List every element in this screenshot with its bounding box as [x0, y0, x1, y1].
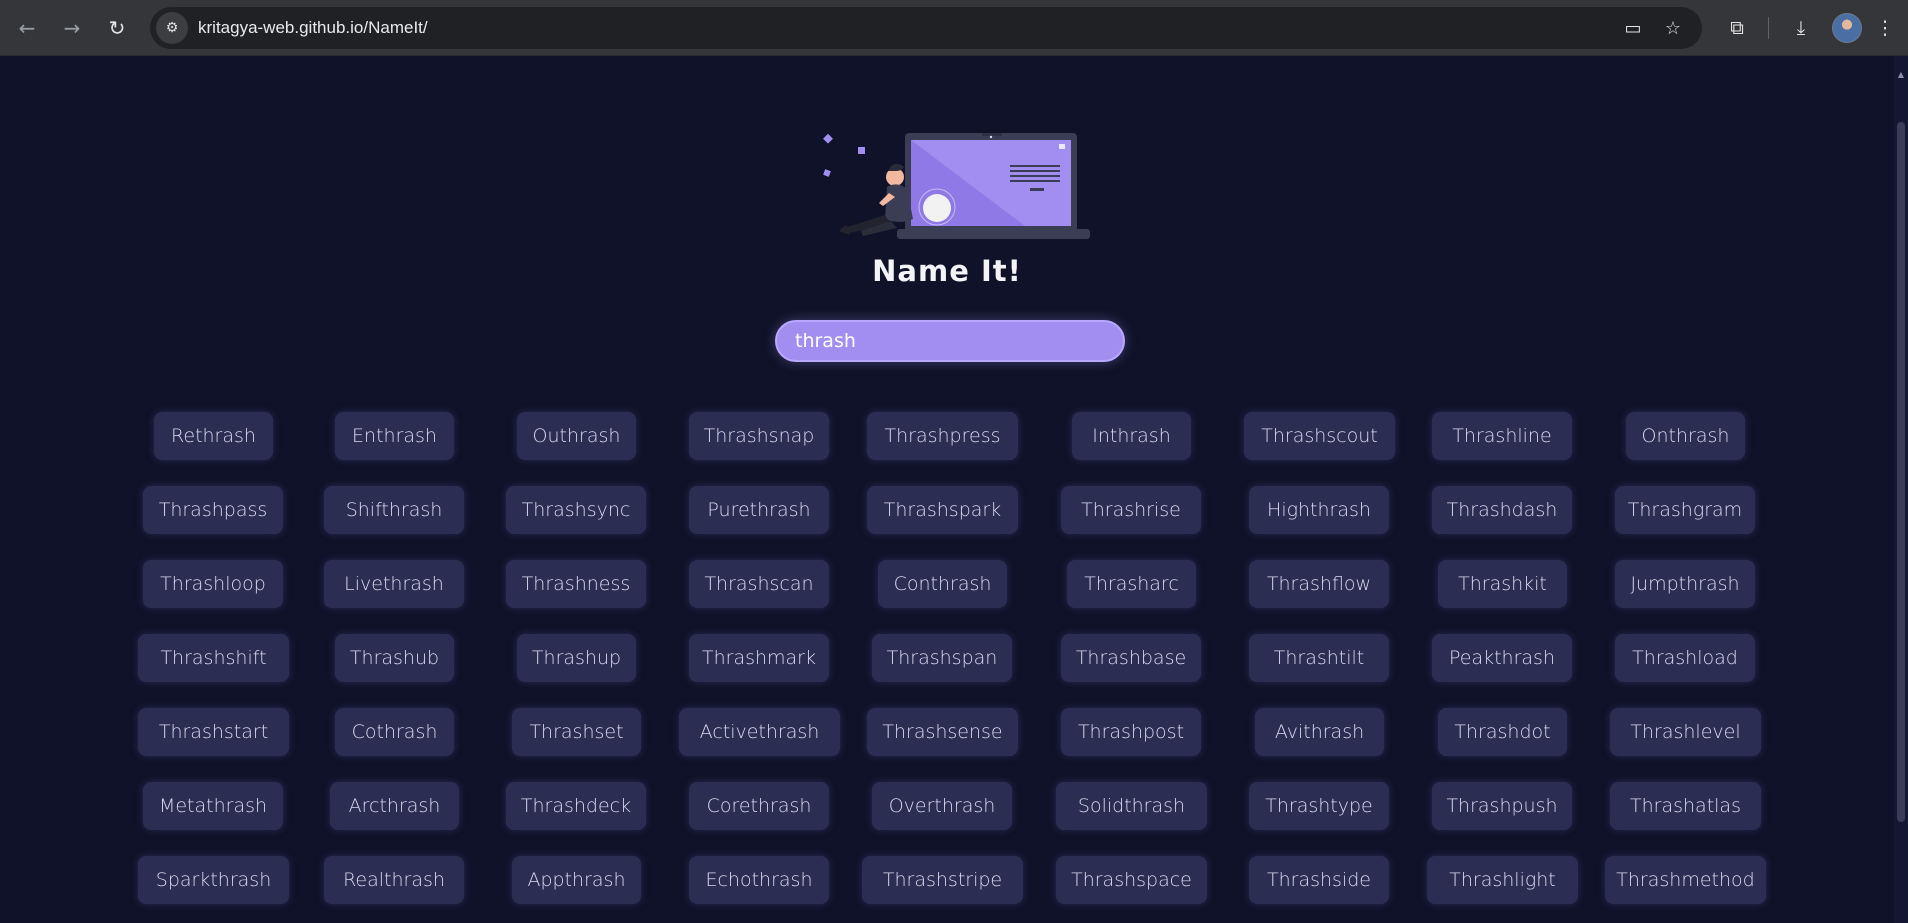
name-suggestion-chip[interactable]: Thrashatlas [1610, 782, 1761, 830]
name-suggestion-chip[interactable]: Thrashdash [1432, 486, 1572, 534]
name-suggestion-chip[interactable]: Enthrash [335, 412, 454, 460]
name-suggestion-chip[interactable]: Thrashflow [1249, 560, 1389, 608]
name-suggestion-chip[interactable]: Solidthrash [1056, 782, 1207, 830]
name-suggestion-chip[interactable]: Thrashloop [143, 560, 283, 608]
name-suggestion-chip[interactable]: Thrashkit [1438, 560, 1567, 608]
name-suggestion-chip[interactable]: Thrashload [1615, 634, 1755, 682]
name-suggestion-chip[interactable]: Corethrash [689, 782, 829, 830]
name-suggestion-chip[interactable]: Thrashsnap [689, 412, 829, 460]
name-suggestion-chip[interactable]: Inthrash [1072, 412, 1191, 460]
name-suggestion-chip[interactable]: Thrashpush [1432, 782, 1572, 830]
name-suggestion-chip[interactable]: Thrashbase [1061, 634, 1201, 682]
name-suggestion-chip[interactable]: Thrashscan [689, 560, 829, 608]
name-suggestion-chip[interactable]: Thrashup [517, 634, 636, 682]
name-suggestion-chip[interactable]: Onthrash [1626, 412, 1745, 460]
name-suggestion-chip[interactable]: Highthrash [1249, 486, 1389, 534]
name-suggestion-chip[interactable]: Jumpthrash [1615, 560, 1755, 608]
name-suggestion-chip[interactable]: Thrashdot [1438, 708, 1567, 756]
name-suggestion-chip[interactable]: Outhrash [517, 412, 636, 460]
page-scrollbar[interactable]: ▲ [1894, 56, 1908, 923]
name-suggestion-chip[interactable]: Thrashness [506, 560, 646, 608]
name-suggestion-chip[interactable]: Appthrash [512, 856, 641, 904]
name-suggestion-chip[interactable]: Thrashpass [143, 486, 283, 534]
name-suggestion-chip[interactable]: Cothrash [335, 708, 454, 756]
name-suggestion-chip[interactable]: Metathrash [143, 782, 283, 830]
name-suggestion-chip[interactable]: Thrashscout [1244, 412, 1395, 460]
name-suggestion-chip[interactable]: Thrashshift [138, 634, 289, 682]
name-suggestion-chip[interactable]: Shifthrash [324, 486, 464, 534]
name-suggestion-chip[interactable]: Thrashline [1432, 412, 1572, 460]
name-suggestion-chip[interactable]: Thrashub [335, 634, 454, 682]
name-suggestion-chip[interactable]: Thrashsense [867, 708, 1018, 756]
name-suggestion-chip[interactable]: Thrashtilt [1249, 634, 1389, 682]
name-suggestion-chip[interactable]: Thrashpost [1061, 708, 1201, 756]
name-suggestion-chip[interactable]: Avithrash [1255, 708, 1384, 756]
name-suggestion-chip[interactable]: Realthrash [324, 856, 464, 904]
name-suggestion-chip[interactable]: Thrashside [1249, 856, 1389, 904]
name-suggestion-chip[interactable]: Overthrash [872, 782, 1012, 830]
name-suggestion-chip[interactable]: Activethrash [679, 708, 840, 756]
name-suggestion-chip[interactable]: Thrashrise [1061, 486, 1201, 534]
name-suggestion-chip[interactable]: Thrashgram [1615, 486, 1755, 534]
name-suggestion-chip[interactable]: Thrashset [512, 708, 641, 756]
name-suggestion-chip[interactable]: Purethrash [689, 486, 829, 534]
name-suggestion-chip[interactable]: Thrashdeck [506, 782, 646, 830]
name-suggestion-chip[interactable]: Thrasharc [1067, 560, 1196, 608]
name-suggestion-chip[interactable]: Thrashmark [689, 634, 829, 682]
name-suggestion-chip[interactable]: Thrashtype [1249, 782, 1389, 830]
name-suggestion-chip[interactable]: Thrashlevel [1610, 708, 1761, 756]
name-suggestion-chip[interactable]: Thrashspan [872, 634, 1012, 682]
name-suggestion-chip[interactable]: Thrashstripe [862, 856, 1023, 904]
name-suggestion-chip[interactable]: Thrashspark [867, 486, 1018, 534]
scroll-up-arrow-icon[interactable]: ▲ [1896, 70, 1906, 80]
name-suggestion-chip[interactable]: Thrashpress [867, 412, 1018, 460]
name-suggestion-chip[interactable]: Arcthrash [330, 782, 459, 830]
name-suggestion-chip[interactable]: Thrashmethod [1605, 856, 1766, 904]
results-grid: Rethrash Enthrash Outhrash Thrashsnap Thrash… [0, 0, 1894, 923]
name-suggestion-chip[interactable]: Echothrash [689, 856, 829, 904]
name-suggestion-chip[interactable]: Conthrash [878, 560, 1007, 608]
name-suggestion-chip[interactable]: Thrashlight [1427, 856, 1578, 904]
name-suggestion-chip[interactable]: Thrashspace [1056, 856, 1207, 904]
name-suggestion-chip[interactable]: Thrashsync [506, 486, 646, 534]
name-suggestion-chip[interactable]: Rethrash [154, 412, 273, 460]
name-suggestion-chip[interactable]: Peakthrash [1432, 634, 1572, 682]
scroll-thumb[interactable] [1897, 122, 1905, 822]
name-suggestion-chip[interactable]: Livethrash [324, 560, 464, 608]
name-suggestion-chip[interactable]: Sparkthrash [138, 856, 289, 904]
name-suggestion-chip[interactable]: Thrashstart [138, 708, 289, 756]
